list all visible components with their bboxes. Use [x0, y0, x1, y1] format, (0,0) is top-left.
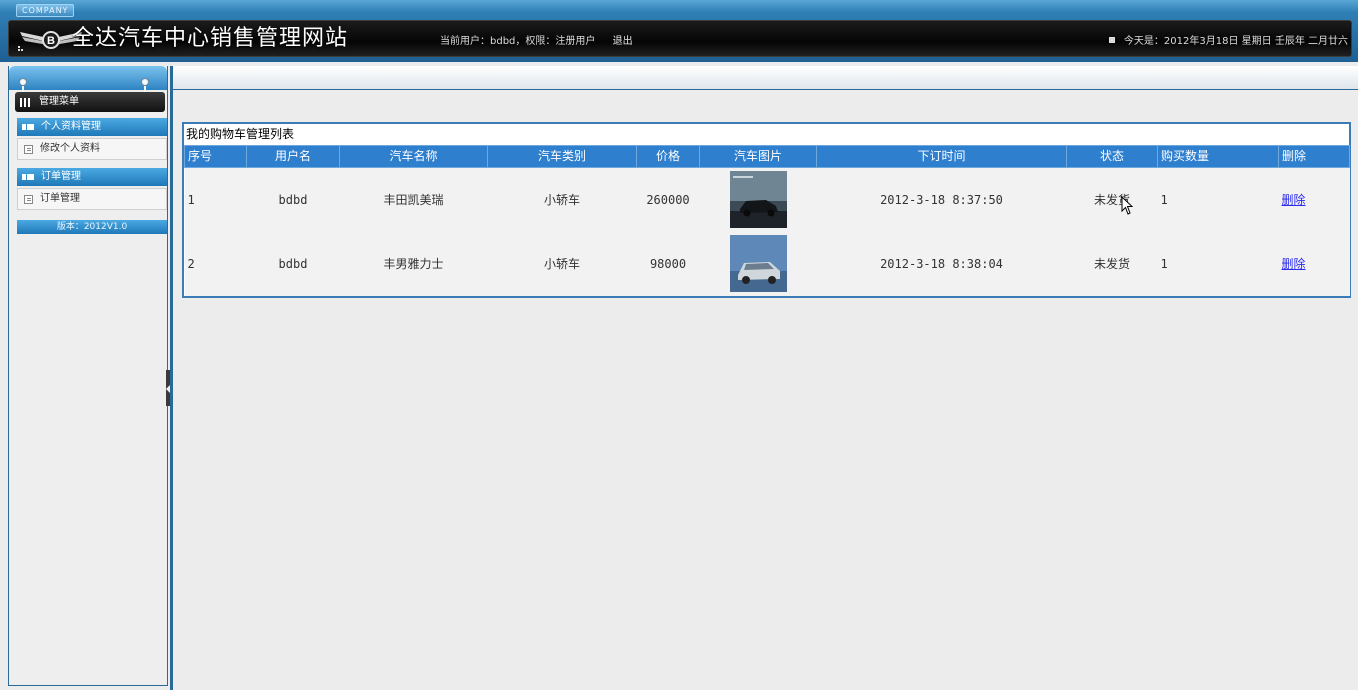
cell-time: 2012-3-18 8:37:50 — [816, 167, 1067, 232]
user-info-text: 当前用户：bdbd，权限：注册用户 — [440, 36, 596, 47]
table-row: 1 bdbd 丰田凯美瑞 小轿车 260000 2012-3-18 8:37:5… — [184, 167, 1350, 232]
date-text: 今天是：2012年3月18日 星期日 壬辰年 二月廿六 — [1123, 36, 1348, 47]
folder-bar-icon — [22, 124, 34, 130]
cell-qty: 1 — [1157, 231, 1279, 296]
sidebar-item-label: 修改个人资料 — [40, 143, 100, 154]
column-header: 汽车图片 — [699, 145, 817, 168]
sidebar-item-order-management[interactable]: 订单管理 — [17, 188, 167, 210]
column-header: 序号 — [184, 145, 247, 168]
cart-panel: 我的购物车管理列表 序号 用户名 汽车名称 汽车类别 价格 汽车图片 下订时间 — [182, 122, 1351, 298]
cell-car-image — [699, 167, 817, 232]
column-header: 删除 — [1278, 145, 1350, 168]
document-icon — [24, 195, 33, 204]
pin-icon — [19, 78, 27, 95]
cell-status: 未发货 — [1066, 231, 1158, 296]
column-header: 购买数量 — [1157, 145, 1279, 168]
delete-link[interactable]: 删除 — [1282, 193, 1306, 207]
cell-category: 小轿车 — [487, 167, 637, 232]
company-tag: COMPANY — [16, 4, 75, 17]
svg-text:B: B — [47, 35, 55, 47]
main-top-bar — [173, 66, 1358, 90]
grid-icon — [20, 98, 32, 107]
cell-car-name: 丰田凯美瑞 — [339, 167, 488, 232]
cell-car-image — [699, 231, 817, 296]
sidebar-group-label: 个人资料管理 — [41, 121, 101, 132]
sidebar-top-bar — [9, 66, 167, 95]
sidebar-item-edit-profile[interactable]: 修改个人资料 — [17, 138, 167, 160]
cell-price: 260000 — [636, 167, 700, 232]
column-header: 下订时间 — [816, 145, 1067, 168]
menu-title: 管理菜单 — [15, 92, 165, 112]
cell-id: 2 — [184, 231, 247, 296]
sidebar-item-label: 订单管理 — [40, 193, 80, 204]
site-title: 全达汽车中心销售管理网站 — [72, 26, 349, 51]
document-icon — [24, 145, 33, 154]
page: COMPANY B 全达汽车中心销售管理网站 当前用户：bdbd，权限：注册用户… — [0, 0, 1358, 690]
pin-icon — [141, 78, 149, 95]
sidebar-group-label: 订单管理 — [41, 171, 81, 182]
sidebar-group-profile[interactable]: 个人资料管理 — [17, 118, 167, 136]
cell-qty: 1 — [1157, 167, 1279, 232]
table-header-row: 序号 用户名 汽车名称 汽车类别 价格 汽车图片 下订时间 状态 购买数量 删除 — [184, 145, 1350, 168]
logout-link[interactable]: 退出 — [613, 36, 633, 47]
panel-title: 我的购物车管理列表 — [184, 124, 1349, 145]
sidebar-group-orders[interactable]: 订单管理 — [17, 168, 167, 186]
cell-car-name: 丰男雅力士 — [339, 231, 488, 296]
cell-delete: 删除 — [1278, 167, 1350, 232]
sidebar: 管理菜单 个人资料管理 修改个人资料 订单管理 订单管理 版本：2012V1.0 — [8, 66, 168, 686]
car-photo-dark — [729, 171, 787, 229]
column-header: 汽车类别 — [487, 145, 637, 168]
menu-title-label: 管理菜单 — [39, 96, 79, 107]
cell-delete: 删除 — [1278, 231, 1350, 296]
cart-table: 序号 用户名 汽车名称 汽车类别 价格 汽车图片 下订时间 状态 购买数量 删除 — [184, 145, 1350, 296]
delete-link[interactable]: 删除 — [1282, 257, 1306, 271]
cell-user: bdbd — [246, 167, 340, 232]
user-info: 当前用户：bdbd，权限：注册用户 退出 — [440, 35, 633, 49]
cell-status: 未发货 — [1066, 167, 1158, 232]
column-header: 价格 — [636, 145, 700, 168]
cell-id: 1 — [184, 167, 247, 232]
cell-category: 小轿车 — [487, 231, 637, 296]
column-header: 汽车名称 — [339, 145, 488, 168]
folder-bar-icon — [22, 174, 34, 180]
date-info: 今天是：2012年3月18日 星期日 壬辰年 二月廿六 — [1108, 35, 1348, 49]
cell-price: 98000 — [636, 231, 700, 296]
cell-user: bdbd — [246, 231, 340, 296]
cell-time: 2012-3-18 8:38:04 — [816, 231, 1067, 296]
main-content: 我的购物车管理列表 序号 用户名 汽车名称 汽车类别 价格 汽车图片 下订时间 — [170, 66, 1358, 690]
column-header: 状态 — [1066, 145, 1158, 168]
table-row: 2 bdbd 丰男雅力士 小轿车 98000 2012-3-18 8:38:04… — [184, 231, 1350, 296]
car-photo-silver — [729, 235, 787, 292]
header: COMPANY B 全达汽车中心销售管理网站 当前用户：bdbd，权限：注册用户… — [0, 0, 1358, 62]
column-header: 用户名 — [246, 145, 340, 168]
square-bullet-icon — [1108, 37, 1115, 43]
version-label: 版本：2012V1.0 — [17, 220, 167, 234]
